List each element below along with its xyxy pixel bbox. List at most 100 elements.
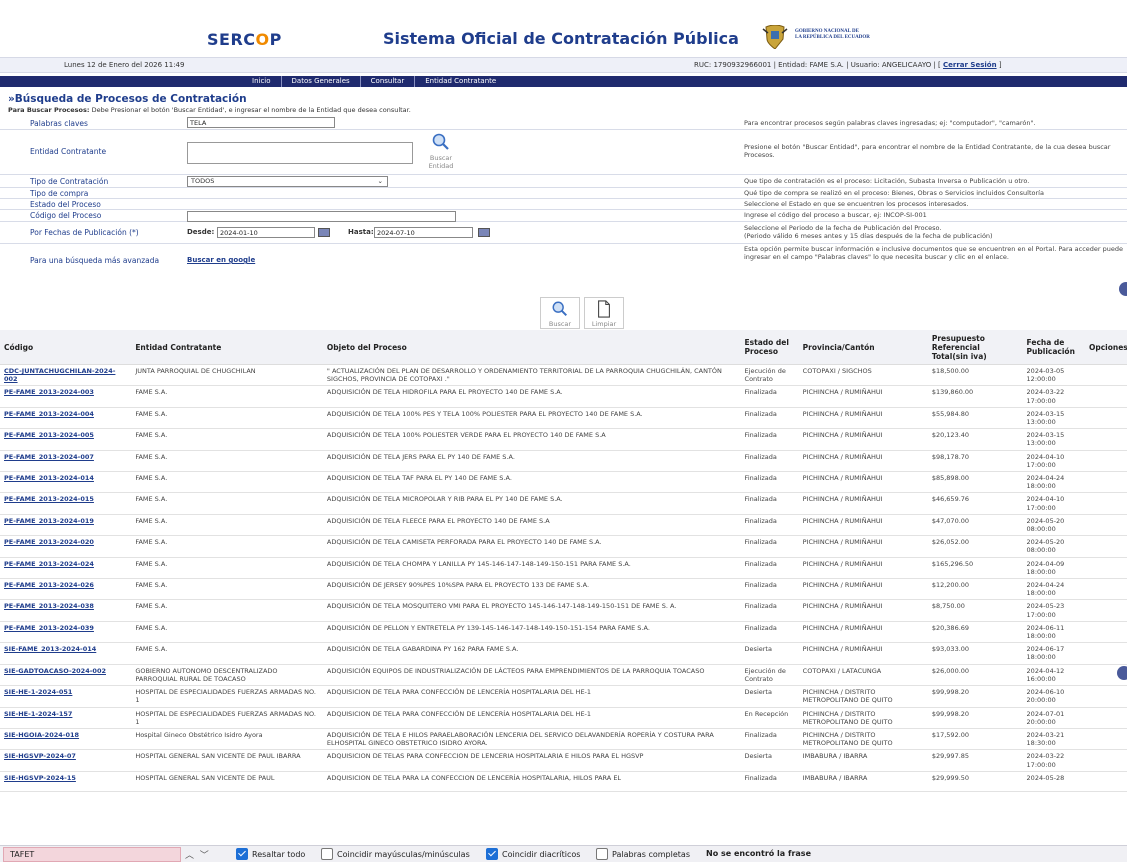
nav-datos-generales[interactable]: Datos Generales — [282, 76, 361, 87]
cell-state: Ejecución de Contrato — [740, 364, 799, 387]
cell-date: 2024-05-20 08:00:00 — [1022, 514, 1085, 537]
cell-prov: PICHINCHA / RUMIÑAHUI — [798, 621, 928, 644]
advanced-help: Esta opción permite buscar información e… — [744, 245, 1124, 261]
header-objeto[interactable]: Objeto del Proceso — [322, 330, 741, 365]
floating-action-icon[interactable] — [1119, 282, 1127, 296]
header-estado[interactable]: Estado del Proceso — [740, 330, 799, 365]
type-select[interactable]: TODOS ⌄ — [187, 176, 388, 187]
cell-options — [1084, 450, 1127, 473]
process-code-link[interactable]: SIE-HE-1-2024-157 — [4, 710, 72, 718]
process-code-link[interactable]: SIE-FAME_2013-2024-014 — [4, 645, 96, 653]
cell-state: Desierta — [740, 642, 799, 665]
process-code-link[interactable]: PE-FAME_2013-2024-004 — [4, 410, 94, 418]
from-date-input[interactable] — [217, 227, 315, 238]
cell-prov: PICHINCHA / RUMIÑAHUI — [798, 642, 928, 665]
cell-code: SIE-FAME_2013-2024-014 — [0, 642, 132, 665]
cell-object: ADQUISICION DE TELA PARA LA CONFECCION D… — [322, 771, 741, 793]
highlight-all-toggle[interactable]: Resaltar todo — [236, 848, 305, 860]
cell-object: ADQUISICIÓN DE TELA FLEECE PARA EL PROYE… — [322, 514, 741, 537]
nav-consultar[interactable]: Consultar — [361, 76, 416, 87]
header-presupuesto[interactable]: Presupuesto Referencial Total(sin iva) — [927, 330, 1023, 365]
process-code-link[interactable]: SIE-GADTOACASO-2024-002 — [4, 667, 106, 675]
table-row: SIE-HGOIA-2024-018 Hospital Gineco Obstét… — [0, 728, 1127, 751]
cell-date: 2024-03-22 17:00:00 — [1022, 749, 1085, 772]
entity-textarea[interactable] — [187, 142, 413, 164]
match-diacritics-toggle[interactable]: Coincidir diacríticos — [486, 848, 580, 860]
to-label: Hasta: — [348, 228, 374, 236]
header-entidad[interactable]: Entidad Contratante — [131, 330, 323, 365]
process-code-link[interactable]: PE-FAME_2013-2024-026 — [4, 581, 94, 589]
cell-prov: PICHINCHA / RUMIÑAHUI — [798, 407, 928, 430]
cell-budget: $20,123.40 — [927, 428, 1023, 451]
cell-options — [1084, 621, 1127, 644]
cell-budget: $18,500.00 — [927, 364, 1023, 387]
cell-code: SIE-HE-1-2024-157 — [0, 707, 132, 729]
header-provincia[interactable]: Provincia/Cantón — [798, 330, 928, 365]
process-code-link[interactable]: SIE-HGSVP-2024-07 — [4, 752, 76, 760]
cell-prov: PICHINCHA / RUMIÑAHUI — [798, 535, 928, 558]
cell-object: ADQUISICIÓN DE TELA JERS PARA EL PY 140 … — [322, 450, 741, 473]
cell-code: PE-FAME_2013-2024-015 — [0, 492, 132, 515]
entity-help: Presione el botón "Buscar Entidad", para… — [744, 143, 1111, 159]
process-code-link[interactable]: PE-FAME_2013-2024-003 — [4, 388, 94, 396]
chevron-up-icon[interactable]: ︿ — [185, 851, 194, 861]
keywords-input[interactable] — [187, 117, 335, 128]
table-row: PE-FAME_2013-2024-005 FAME S.A. ADQUISICIÓ… — [0, 428, 1127, 451]
checkbox-checked-icon — [236, 848, 248, 860]
table-row: PE-FAME_2013-2024-014 FAME S.A. ADQUISICIO… — [0, 471, 1127, 494]
header-fecha[interactable]: Fecha de Publicación — [1022, 330, 1085, 365]
process-code-link[interactable]: SIE-HGSVP-2024-15 — [4, 774, 76, 782]
cell-entity: FAME S.A. — [131, 535, 323, 558]
table-row: PE-FAME_2013-2024-015 FAME S.A. ADQUISICIÓ… — [0, 492, 1127, 515]
process-code-link[interactable]: PE-FAME_2013-2024-015 — [4, 495, 94, 503]
process-code-link[interactable]: PE-FAME_2013-2024-014 — [4, 474, 94, 482]
row-keywords: Palabras claves Para encontrar procesos … — [0, 116, 1127, 130]
process-code-link[interactable]: PE-FAME_2013-2024-020 — [4, 538, 94, 546]
code-input[interactable] — [187, 211, 456, 222]
cell-entity: HOSPITAL DE ESPECIALIDADES FUERZAS ARMAD… — [131, 707, 323, 729]
match-case-toggle[interactable]: Coincidir mayúsculas/minúsculas — [321, 848, 470, 860]
process-code-link[interactable]: PE-FAME_2013-2024-024 — [4, 560, 94, 568]
cell-state: Finalizada — [740, 471, 799, 494]
dates-label: Por Fechas de Publicación (*) — [30, 228, 139, 237]
search-button[interactable]: Buscar — [540, 297, 580, 329]
magnifier-icon — [432, 133, 449, 150]
cell-date: 2024-04-09 18:00:00 — [1022, 557, 1085, 580]
header-codigo[interactable]: Código — [0, 330, 132, 365]
cell-options — [1084, 471, 1127, 494]
whole-words-toggle[interactable]: Palabras completas — [596, 848, 690, 860]
coat-of-arms-icon — [762, 25, 788, 49]
find-input[interactable]: TAFET — [3, 847, 181, 862]
search-entity-button[interactable]: Buscar Entidad — [421, 132, 461, 170]
calendar-icon[interactable] — [478, 228, 490, 237]
nav-entidad-contratante[interactable]: Entidad Contratante — [415, 76, 506, 87]
process-code-link[interactable]: PE-FAME_2013-2024-039 — [4, 624, 94, 632]
purchase-help: Qué tipo de compra se realizó en el proc… — [744, 189, 1044, 197]
process-code-link[interactable]: SIE-HE-1-2024-051 — [4, 688, 72, 696]
google-search-link[interactable]: Buscar en google — [187, 256, 255, 264]
cell-options — [1084, 771, 1127, 793]
dates-help: Seleccione el Periodo de la fecha de Pub… — [744, 224, 993, 240]
table-row: PE-FAME_2013-2024-003 FAME S.A. ADQUISICIÓ… — [0, 385, 1127, 408]
logout-link[interactable]: Cerrar Sesión — [943, 61, 997, 69]
cell-date: 2024-04-10 17:00:00 — [1022, 450, 1085, 473]
cell-prov: PICHINCHA / RUMIÑAHUI — [798, 385, 928, 408]
nav-inicio[interactable]: Inicio — [242, 76, 282, 87]
cell-object: ADQUISICIÓN DE TELA HIDROFILA PARA EL PR… — [322, 385, 741, 408]
chevron-down-icon[interactable]: ﹀ — [200, 851, 209, 861]
table-row: PE-FAME_2013-2024-004 FAME S.A. ADQUISICIÓ… — [0, 407, 1127, 430]
process-code-link[interactable]: PE-FAME_2013-2024-038 — [4, 602, 94, 610]
sercop-logo[interactable]: SERCOP — [207, 30, 282, 49]
process-code-link[interactable]: PE-FAME_2013-2024-007 — [4, 453, 94, 461]
process-code-link[interactable]: SIE-HGOIA-2024-018 — [4, 731, 79, 739]
cell-entity: FAME S.A. — [131, 642, 323, 665]
clear-button[interactable]: Limpiar — [584, 297, 624, 329]
process-code-link[interactable]: PE-FAME_2013-2024-005 — [4, 431, 94, 439]
cell-code: PE-FAME_2013-2024-007 — [0, 450, 132, 473]
cell-object: ADQUISICIÓN DE TELA 100% POLIESTER VERDE… — [322, 428, 741, 451]
calendar-icon[interactable] — [318, 228, 330, 237]
to-date-input[interactable] — [374, 227, 473, 238]
process-code-link[interactable]: CDC-JUNTACHUGCHILAN-2024-002 — [4, 367, 115, 383]
cell-prov: PICHINCHA / DISTRITO METROPOLITANO DE QU… — [798, 707, 928, 729]
process-code-link[interactable]: PE-FAME_2013-2024-019 — [4, 517, 94, 525]
